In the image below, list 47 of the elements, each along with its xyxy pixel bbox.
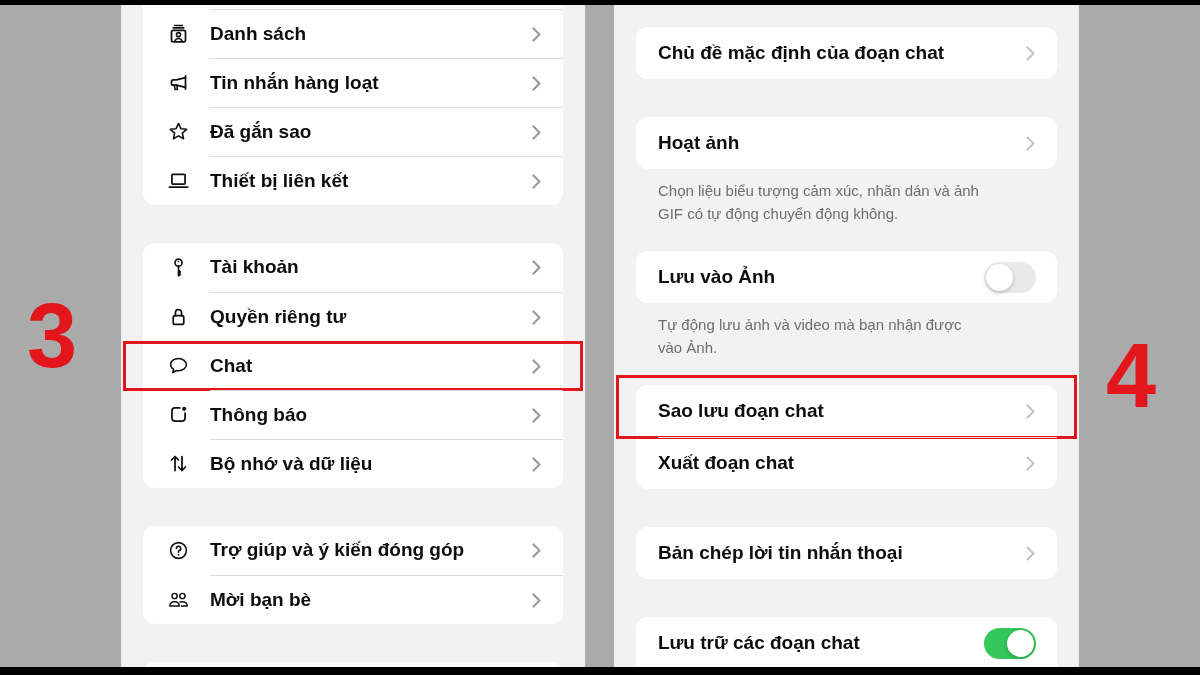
toggle-switch[interactable]	[984, 261, 1036, 293]
setting-label: Lưu trữ các đoạn chat	[658, 630, 860, 655]
help-icon	[168, 540, 189, 561]
setting-label: Lưu vào Ảnh	[658, 264, 776, 289]
chevron-icon	[532, 407, 541, 423]
description-text: Chọn liệu biểu tượng cảm xúc, nhãn dán và ảnh GIF có tự động chuyển động không.	[657, 181, 980, 224]
chevron-icon	[532, 456, 541, 472]
up-down-arrows-icon	[168, 453, 189, 474]
settings-item[interactable]: Hoạt ảnh	[636, 117, 1057, 169]
chevron-icon	[1026, 45, 1035, 61]
contact-card-icon	[168, 23, 189, 44]
chevron-icon	[532, 260, 541, 275]
chevron-icon	[532, 592, 541, 608]
settings-item[interactable]: Mời bạn bè	[143, 575, 563, 624]
toggle-switch[interactable]	[984, 627, 1036, 659]
chevron-icon	[532, 75, 541, 91]
settings-item[interactable]: Thông báo	[143, 390, 563, 439]
settings-item[interactable]: Quyền riêng tư	[143, 292, 563, 341]
settings-item[interactable]: Tài khoản	[143, 243, 563, 292]
chevron-icon	[532, 124, 541, 140]
megaphone-icon	[168, 72, 189, 93]
settings-item[interactable]: Bộ nhớ và dữ liệu	[143, 439, 563, 488]
chevron-icon	[532, 358, 541, 374]
chevron-icon	[1026, 456, 1035, 471]
settings-item[interactable]: Sao lưu đoạn chat	[636, 385, 1057, 437]
description-text: Tự động lưu ảnh và video mà bạn nhận được vào Ảnh.	[657, 315, 963, 358]
chevron-icon	[532, 26, 541, 42]
chevron-icon	[532, 543, 541, 558]
settings-item[interactable]: Danh sách	[143, 9, 563, 58]
speech-bubble-icon	[168, 355, 189, 376]
chevron-icon	[532, 309, 541, 325]
chevron-icon	[532, 173, 541, 189]
settings-item[interactable]: Xuất đoạn chat	[636, 437, 1057, 489]
settings-item[interactable]: Trợ giúp và ý kiến đóng góp	[143, 526, 563, 575]
chevron-icon	[1026, 135, 1035, 151]
step-number: 3	[26, 291, 78, 381]
star-icon	[168, 121, 189, 142]
chevron-icon	[1026, 403, 1035, 419]
step-number: 4	[1105, 331, 1157, 421]
settings-item[interactable]: Đã gắn sao	[143, 107, 563, 156]
settings-item[interactable]: Thiết bị liên kết	[143, 156, 563, 205]
notification-icon	[168, 404, 189, 425]
settings-item[interactable]: Chủ đề mặc định của đoạn chat	[636, 27, 1057, 79]
settings-item[interactable]: Tin nhắn hàng loạt	[143, 58, 563, 107]
settings-item[interactable]: Chat	[143, 341, 563, 390]
chevron-icon	[1026, 545, 1035, 561]
settings-item[interactable]: Bản chép lời tin nhắn thoại	[636, 527, 1057, 579]
